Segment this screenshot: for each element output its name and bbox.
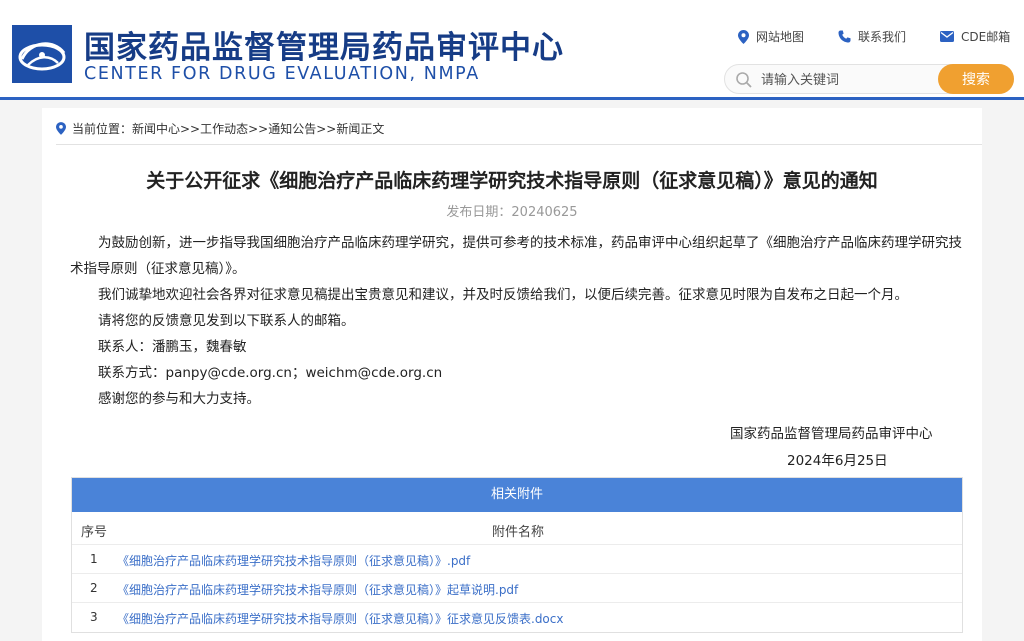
search-button[interactable]: 搜索	[938, 64, 1014, 94]
contact-person: 联系人：潘鹏玉，魏春敏	[98, 339, 247, 355]
attachment-link[interactable]: 《细胞治疗产品临床药理学研究技术指导原则（征求意见稿）》征求意见反馈表.docx	[117, 610, 563, 627]
paragraph: 请将您的反馈意见发到以下联系人的邮箱。	[98, 313, 355, 329]
contact-label: 联系我们	[858, 30, 907, 44]
site-header: 国家药品监督管理局药品审评中心 CENTER FOR DRUG EVALUATI…	[0, 0, 1024, 100]
breadcrumb: 当前位置：新闻中心>>工作动态>>通知公告>>新闻正文	[56, 120, 384, 137]
row-number: 3	[90, 610, 98, 624]
phone-icon	[838, 30, 851, 43]
row-number: 2	[90, 581, 98, 595]
table-row: 1 《细胞治疗产品临床药理学研究技术指导原则（征求意见稿）》.pdf	[72, 545, 962, 574]
paragraph: 我们诚挚地欢迎社会各界对征求意见稿提出宝贵意见和建议，并及时反馈给我们，以便后续…	[98, 287, 908, 303]
table-row: 3 《细胞治疗产品临床药理学研究技术指导原则（征求意见稿）》征求意见反馈表.do…	[72, 603, 962, 632]
signature-org: 国家药品监督管理局药品审评中心	[730, 426, 933, 442]
mail-icon	[940, 31, 955, 42]
cde-mail-link[interactable]: CDE邮箱	[940, 28, 1010, 45]
main-content: 当前位置：新闻中心>>工作动态>>通知公告>>新闻正文 关于公开征求《细胞治疗产…	[42, 108, 982, 641]
search-icon	[736, 72, 752, 88]
contact-link[interactable]: 联系我们	[838, 28, 906, 45]
location-pin-icon	[56, 122, 66, 135]
cde-logo[interactable]	[12, 25, 72, 83]
top-links: 网站地图 联系我们 CDE邮箱	[738, 28, 1010, 45]
attachment-link[interactable]: 《细胞治疗产品临床药理学研究技术指导原则（征求意见稿）》起草说明.pdf	[117, 581, 518, 598]
cde-mail-label: CDE邮箱	[961, 30, 1011, 44]
sitemap-link[interactable]: 网站地图	[738, 28, 804, 45]
paragraph: 感谢您的参与和大力支持。	[98, 391, 260, 407]
contact-email: 联系方式：panpy@cde.org.cn；weichm@cde.org.cn	[98, 365, 443, 381]
attachments-heading: 相关附件	[72, 478, 962, 512]
search-input[interactable]	[761, 70, 941, 90]
row-number: 1	[90, 552, 98, 566]
column-name: 附件名称	[491, 525, 544, 540]
site-title-en: CENTER FOR DRUG EVALUATION, NMPA	[84, 64, 480, 84]
attachment-link[interactable]: 《细胞治疗产品临床药理学研究技术指导原则（征求意见稿）》.pdf	[117, 552, 470, 569]
signature-date: 2024年6月25日	[787, 453, 888, 469]
paragraph: 为鼓励创新，进一步指导我国细胞治疗产品临床药理学研究，提供可参考的技术标准，药品…	[70, 235, 962, 277]
attachments-table: 相关附件 序号 附件名称 1 《细胞治疗产品临床药理学研究技术指导原则（征求意见…	[71, 477, 963, 633]
article-title: 关于公开征求《细胞治疗产品临床药理学研究技术指导原则（征求意见稿）》意见的通知	[146, 170, 878, 192]
attachments-columns: 序号 附件名称	[72, 512, 962, 545]
sitemap-label: 网站地图	[756, 30, 805, 44]
table-row: 2 《细胞治疗产品临床药理学研究技术指导原则（征求意见稿）》起草说明.pdf	[72, 574, 962, 603]
breadcrumb-text[interactable]: 当前位置：新闻中心>>工作动态>>通知公告>>新闻正文	[72, 120, 384, 137]
site-title-cn: 国家药品监督管理局药品审评中心	[84, 30, 564, 66]
publish-date: 发布日期：20240625	[446, 205, 578, 220]
location-pin-icon	[738, 29, 749, 44]
divider	[56, 144, 982, 145]
search-box: 搜索	[724, 64, 1014, 94]
article-body: 为鼓励创新，进一步指导我国细胞治疗产品临床药理学研究，提供可参考的技术标准，药品…	[70, 230, 970, 412]
